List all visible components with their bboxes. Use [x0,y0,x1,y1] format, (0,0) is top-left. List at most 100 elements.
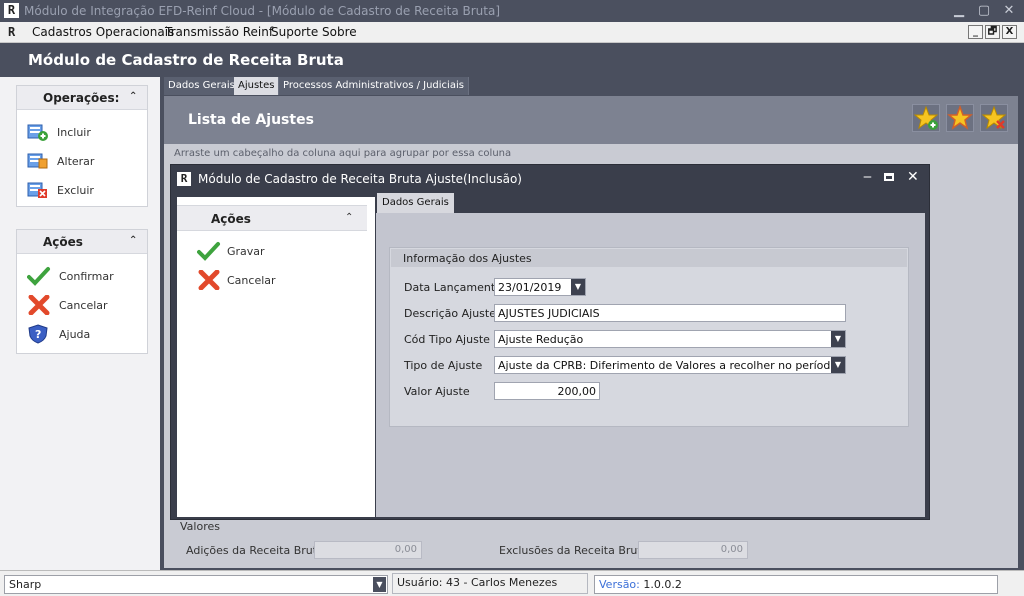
confirmar-label: Confirmar [59,270,114,283]
chevron-down-icon[interactable]: ▼ [373,577,386,592]
group-by-hint[interactable]: Arraste um cabeçalho da coluna aqui para… [174,148,511,159]
tab-dados-gerais[interactable]: Dados Gerais [164,77,240,95]
status-bar: Sharp ▼ Usuário: 43 - Carlos Menezes Ver… [0,570,1024,596]
collapse-chevron-icon[interactable]: ⌃ [129,235,137,246]
tipo-ajuste-value: Ajuste da CPRB: Diferimento de Valores a… [498,359,838,372]
menu-transmissao-reinf[interactable]: Transmissão Reinf [165,25,273,39]
confirmar-button[interactable]: Confirmar [27,266,137,288]
ajuste-dialog: R Módulo de Cadastro de Receita Bruta Aj… [170,164,930,520]
tipo-ajuste-label: Tipo de Ajuste [404,359,483,372]
mdi-close-button[interactable]: X [1002,25,1017,39]
dialog-tabbar: Dados Gerais [375,191,927,213]
tab-ajustes[interactable]: Ajustes [234,77,280,95]
valor-ajuste-field[interactable]: 200,00 [494,382,600,400]
cod-tipo-value: Ajuste Redução [498,333,584,346]
alterar-button[interactable]: Alterar [27,151,137,173]
empresa-combo[interactable]: Sharp ▼ [4,575,388,594]
exclusoes-field: 0,00 [638,541,748,559]
edit-record-icon [27,153,48,169]
informacao-ajustes-group: Informação dos Ajustes Data Lançamento 2… [389,247,909,427]
chevron-down-icon[interactable]: ▼ [831,357,845,373]
menu-suporte[interactable]: Suporte [271,25,318,39]
cod-tipo-select[interactable]: Ajuste Redução ▼ [494,330,846,348]
adicoes-label: Adições da Receita Bruta: [186,544,328,557]
dialog-maximize-icon[interactable] [884,173,894,181]
exclusoes-label: Exclusões da Receita Bruta: [499,544,653,557]
excluir-button[interactable]: Excluir [27,180,137,202]
operacoes-panel-header[interactable]: Operações: ⌃ [17,86,147,110]
ajustes-list-header: Lista de Ajustes [164,96,910,144]
checkmark-icon [27,267,50,286]
alterar-label: Alterar [57,155,95,168]
mdi-minimize-button[interactable]: _ [968,25,983,39]
dialog-acoes-title: Ações [211,212,251,226]
collapse-chevron-icon[interactable]: ⌃ [129,91,137,102]
operacoes-title: Operações: [43,91,120,105]
incluir-button[interactable]: Incluir [27,122,137,144]
dialog-tab-dados-gerais[interactable]: Dados Gerais [377,193,454,213]
dialog-cancelar-label: Cancelar [227,274,276,287]
help-shield-icon: ? [28,324,48,344]
excluir-label: Excluir [57,184,94,197]
usuario-status: Usuário: 43 - Carlos Menezes [392,573,588,594]
tipo-ajuste-select[interactable]: Ajuste da CPRB: Diferimento de Valores a… [494,356,846,374]
dialog-acoes-header[interactable]: Ações ⌃ [177,205,367,231]
gravar-label: Gravar [227,245,265,258]
x-cancel-icon [28,295,50,315]
gravar-button[interactable]: Gravar [197,241,317,265]
window-title: Módulo de Integração EFD-Reinf Cloud - [… [24,4,501,18]
module-header: Módulo de Cadastro de Receita Bruta [0,43,1024,77]
mdi-restore-button[interactable]: 🗗 [985,25,1000,39]
valores-panel: Valores Adições da Receita Bruta: 0,00 E… [164,518,1018,568]
valor-ajuste-label: Valor Ajuste [404,385,470,398]
dialog-logo-icon: R [177,172,191,186]
dialog-titlebar[interactable]: R Módulo de Cadastro de Receita Bruta Aj… [171,165,929,193]
add-favorite-button[interactable] [912,104,940,132]
remove-favorite-button[interactable] [980,104,1008,132]
cod-tipo-label: Cód Tipo Ajuste [404,333,490,346]
versao-value: 1.0.0.2 [643,578,682,591]
incluir-label: Incluir [57,126,91,139]
svg-text:?: ? [35,328,41,341]
dialog-minimize-icon[interactable]: ‒ [863,169,872,185]
menu-cadastros-operacionais[interactable]: Cadastros Operacionais [32,25,174,39]
ajuda-label: Ajuda [59,328,91,341]
group-title: Informação dos Ajustes [403,252,532,265]
close-icon[interactable]: ✕ [1000,3,1018,19]
minimize-icon[interactable]: ▁ [950,3,968,19]
empresa-combo-value: Sharp [9,578,42,591]
star-add-icon [913,105,939,130]
dialog-cancelar-button[interactable]: Cancelar [197,270,317,294]
data-lancamento-value: 23/01/2019 [498,281,562,294]
star-remove-icon [981,105,1007,130]
versao-status: Versão: 1.0.0.2 [594,575,998,594]
favorite-button[interactable] [946,104,974,132]
data-lancamento-field[interactable]: 23/01/2019 ▼ [494,278,586,296]
acoes-title: Ações [43,235,83,249]
delete-record-icon [27,182,47,198]
ajuda-button[interactable]: ? Ajuda [27,324,137,346]
operacoes-panel: Operações: ⌃ Incluir Alterar Excluir [16,85,148,207]
dialog-mode: (Inclusão) [463,172,522,186]
acoes-panel-header[interactable]: Ações ⌃ [17,230,147,254]
star-icon [946,104,974,130]
cancelar-button[interactable]: Cancelar [27,295,137,317]
dialog-actions-panel: Ações ⌃ Gravar Cancelar [177,197,375,517]
dialog-close-icon[interactable]: ✕ [907,169,919,185]
chevron-down-icon[interactable]: ▼ [831,331,845,347]
checkmark-icon [197,242,220,261]
dialog-title: Módulo de Cadastro de Receita Bruta Ajus… [198,172,464,186]
module-title: Módulo de Cadastro de Receita Bruta [28,51,344,69]
tab-processos[interactable]: Processos Administrativos / Judiciais [279,77,469,95]
collapse-chevron-icon[interactable]: ⌃ [345,212,353,223]
app-logo-icon: R [4,3,19,18]
adicoes-field: 0,00 [314,541,422,559]
calendar-dropdown-icon[interactable]: ▼ [571,279,585,295]
group-header: Informação dos Ajustes [391,249,907,267]
data-lancamento-label: Data Lançamento [404,281,502,294]
cancelar-label: Cancelar [59,299,108,312]
descricao-label: Descrição Ajuste [404,307,496,320]
menu-sobre[interactable]: Sobre [322,25,357,39]
descricao-field[interactable]: AJUSTES JUDICIAIS [494,304,846,322]
maximize-icon[interactable]: ▢ [975,3,993,19]
